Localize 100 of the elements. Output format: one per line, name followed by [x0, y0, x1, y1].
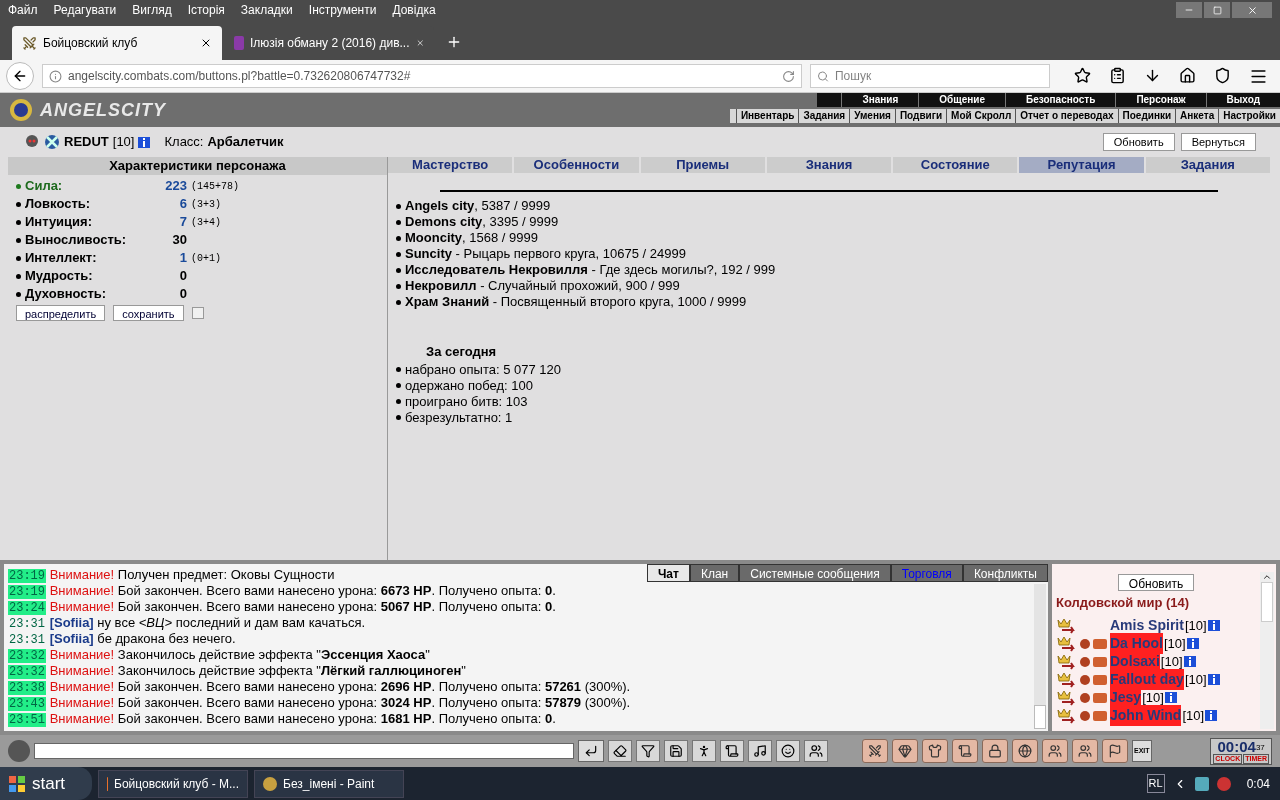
chat-tab[interactable]: Чат [646, 564, 690, 582]
music-note-icon[interactable] [748, 740, 772, 762]
info-icon[interactable] [1183, 656, 1196, 667]
stat-row[interactable]: Ловкость: 6 (3+3) [16, 195, 387, 213]
shirt-icon[interactable] [922, 739, 948, 763]
stat-row[interactable]: Интеллект: 1 (0+1) [16, 249, 387, 267]
menu-item[interactable]: Редагувати [45, 1, 125, 19]
bookmark-star-icon[interactable] [1074, 66, 1091, 84]
chat-tab[interactable]: Клан [689, 564, 740, 582]
section-tab[interactable]: Состояние [893, 157, 1018, 173]
nav-link[interactable]: Подвиги [894, 109, 947, 123]
language-indicator[interactable]: RL [1146, 774, 1165, 793]
tray-icon[interactable] [1194, 776, 1209, 791]
menu-item[interactable]: Файл [0, 1, 46, 19]
running-figure-icon[interactable] [692, 740, 716, 762]
globe-icon[interactable] [1012, 739, 1038, 763]
menu-item[interactable]: Історія [179, 1, 233, 19]
page-button[interactable]: Вернуться [1180, 133, 1256, 151]
menu-item[interactable]: Довідка [384, 1, 444, 19]
flag-icon[interactable] [1102, 739, 1128, 763]
menu-item[interactable]: Інструменти [300, 1, 385, 19]
section-tab[interactable]: Приемы [640, 157, 765, 173]
taskbar-item[interactable]: Без_імені - Paint [254, 769, 404, 798]
chat-input[interactable] [34, 743, 574, 759]
search-field[interactable]: Пошук [834, 67, 1043, 85]
nav-link[interactable]: Отчет о переводах [1015, 109, 1118, 123]
crown-arrow-icon[interactable] [1056, 617, 1078, 634]
info-icon[interactable] [49, 69, 62, 83]
section-tab[interactable]: Мастерство [388, 157, 513, 173]
player-name[interactable]: Amis Spirit [1110, 615, 1184, 636]
nav-link[interactable]: Настройки [1218, 109, 1280, 123]
home-icon[interactable] [1179, 66, 1196, 84]
nav-link[interactable]: Задания [798, 109, 850, 123]
scrollbar[interactable] [1034, 584, 1046, 729]
stat-row[interactable]: Мудрость: 0 [16, 267, 387, 285]
stat-row[interactable]: Интуиция: 7 (3+4) [16, 213, 387, 231]
section-tab[interactable]: Знания [766, 157, 892, 173]
menu-item[interactable]: Вигляд [124, 1, 180, 19]
swords-icon[interactable] [862, 739, 888, 763]
info-icon[interactable] [1207, 674, 1220, 685]
scroll-up-icon[interactable] [1262, 572, 1272, 582]
crown-arrow-icon[interactable] [1056, 653, 1078, 670]
chat-tab[interactable]: Системные сообщения [739, 564, 891, 582]
lock-icon[interactable] [982, 739, 1008, 763]
nav-link[interactable]: Общение [918, 93, 1005, 107]
crown-arrow-icon[interactable] [1056, 671, 1078, 688]
info-icon[interactable] [1207, 620, 1220, 631]
scroll-thumb[interactable] [1261, 582, 1273, 622]
info-icon[interactable] [1164, 692, 1177, 703]
eraser-icon[interactable] [608, 740, 632, 762]
menu-item[interactable]: Закладки [232, 1, 301, 19]
scrollbar[interactable] [1260, 572, 1274, 729]
crown-arrow-icon[interactable] [1056, 707, 1078, 724]
nav-link[interactable]: Умения [849, 109, 895, 123]
smiley-icon[interactable] [776, 740, 800, 762]
nav-link[interactable]: Поединки [1117, 109, 1176, 123]
section-tab[interactable]: Особенности [514, 157, 639, 173]
people-icon[interactable] [804, 740, 828, 762]
chat-tab[interactable]: Конфликты [962, 564, 1048, 582]
nav-link[interactable]: Инвентарь [735, 109, 799, 123]
filter-icon[interactable] [636, 740, 660, 762]
info-icon[interactable] [1186, 638, 1199, 649]
nav-link[interactable]: Выход [1205, 93, 1280, 107]
nav-link[interactable]: Знания [841, 93, 919, 107]
start-button[interactable]: start [0, 767, 92, 800]
nav-link[interactable]: Мой Скролл [946, 109, 1016, 123]
back-button[interactable] [6, 62, 34, 90]
taskbar-item[interactable]: Бойцовский клуб - M... [98, 769, 248, 798]
scroll-thumb[interactable] [1034, 705, 1046, 729]
gem-icon[interactable] [892, 739, 918, 763]
scroll-icon[interactable] [720, 740, 744, 762]
clipboard-icon[interactable] [1109, 66, 1126, 84]
section-tab[interactable]: Задания [1145, 157, 1270, 173]
address-field[interactable]: angelscity.combats.com/buttons.pl?battle=0.732620806747732# [42, 64, 802, 88]
crown-arrow-icon[interactable] [1056, 689, 1078, 706]
info-icon[interactable] [138, 136, 151, 148]
checkbox[interactable] [191, 307, 204, 319]
reload-icon[interactable] [782, 69, 795, 83]
section-tab[interactable]: Репутация [1019, 157, 1144, 173]
crown-arrow-icon[interactable] [1056, 635, 1078, 652]
nav-link[interactable]: Безопасность [1005, 93, 1116, 107]
shield-icon[interactable] [1214, 66, 1231, 84]
stat-row[interactable]: Сила: 223 (145+78) [16, 177, 387, 195]
info-icon[interactable] [1205, 710, 1218, 721]
browser-tab[interactable]: Бойцовский клуб [12, 26, 222, 60]
stats-button[interactable]: распределить [16, 305, 106, 321]
send-button[interactable] [578, 740, 604, 762]
stat-row[interactable]: Выносливость: 30 [16, 231, 387, 249]
stat-row[interactable]: Духовность: 0 [16, 285, 387, 303]
scroll-icon[interactable] [952, 739, 978, 763]
people-icon[interactable] [1042, 739, 1068, 763]
group-icon[interactable] [1072, 739, 1098, 763]
close-tab-icon[interactable] [200, 37, 212, 49]
new-tab-icon[interactable] [446, 34, 462, 50]
search-box[interactable]: Пошук [810, 64, 1050, 88]
refresh-button[interactable]: Обновить [1117, 574, 1195, 591]
tray-icon[interactable] [1216, 776, 1231, 791]
nav-link[interactable]: Персонаж [1115, 93, 1206, 107]
nav-link[interactable]: Анкета [1175, 109, 1219, 123]
page-button[interactable]: Обновить [1102, 133, 1175, 151]
